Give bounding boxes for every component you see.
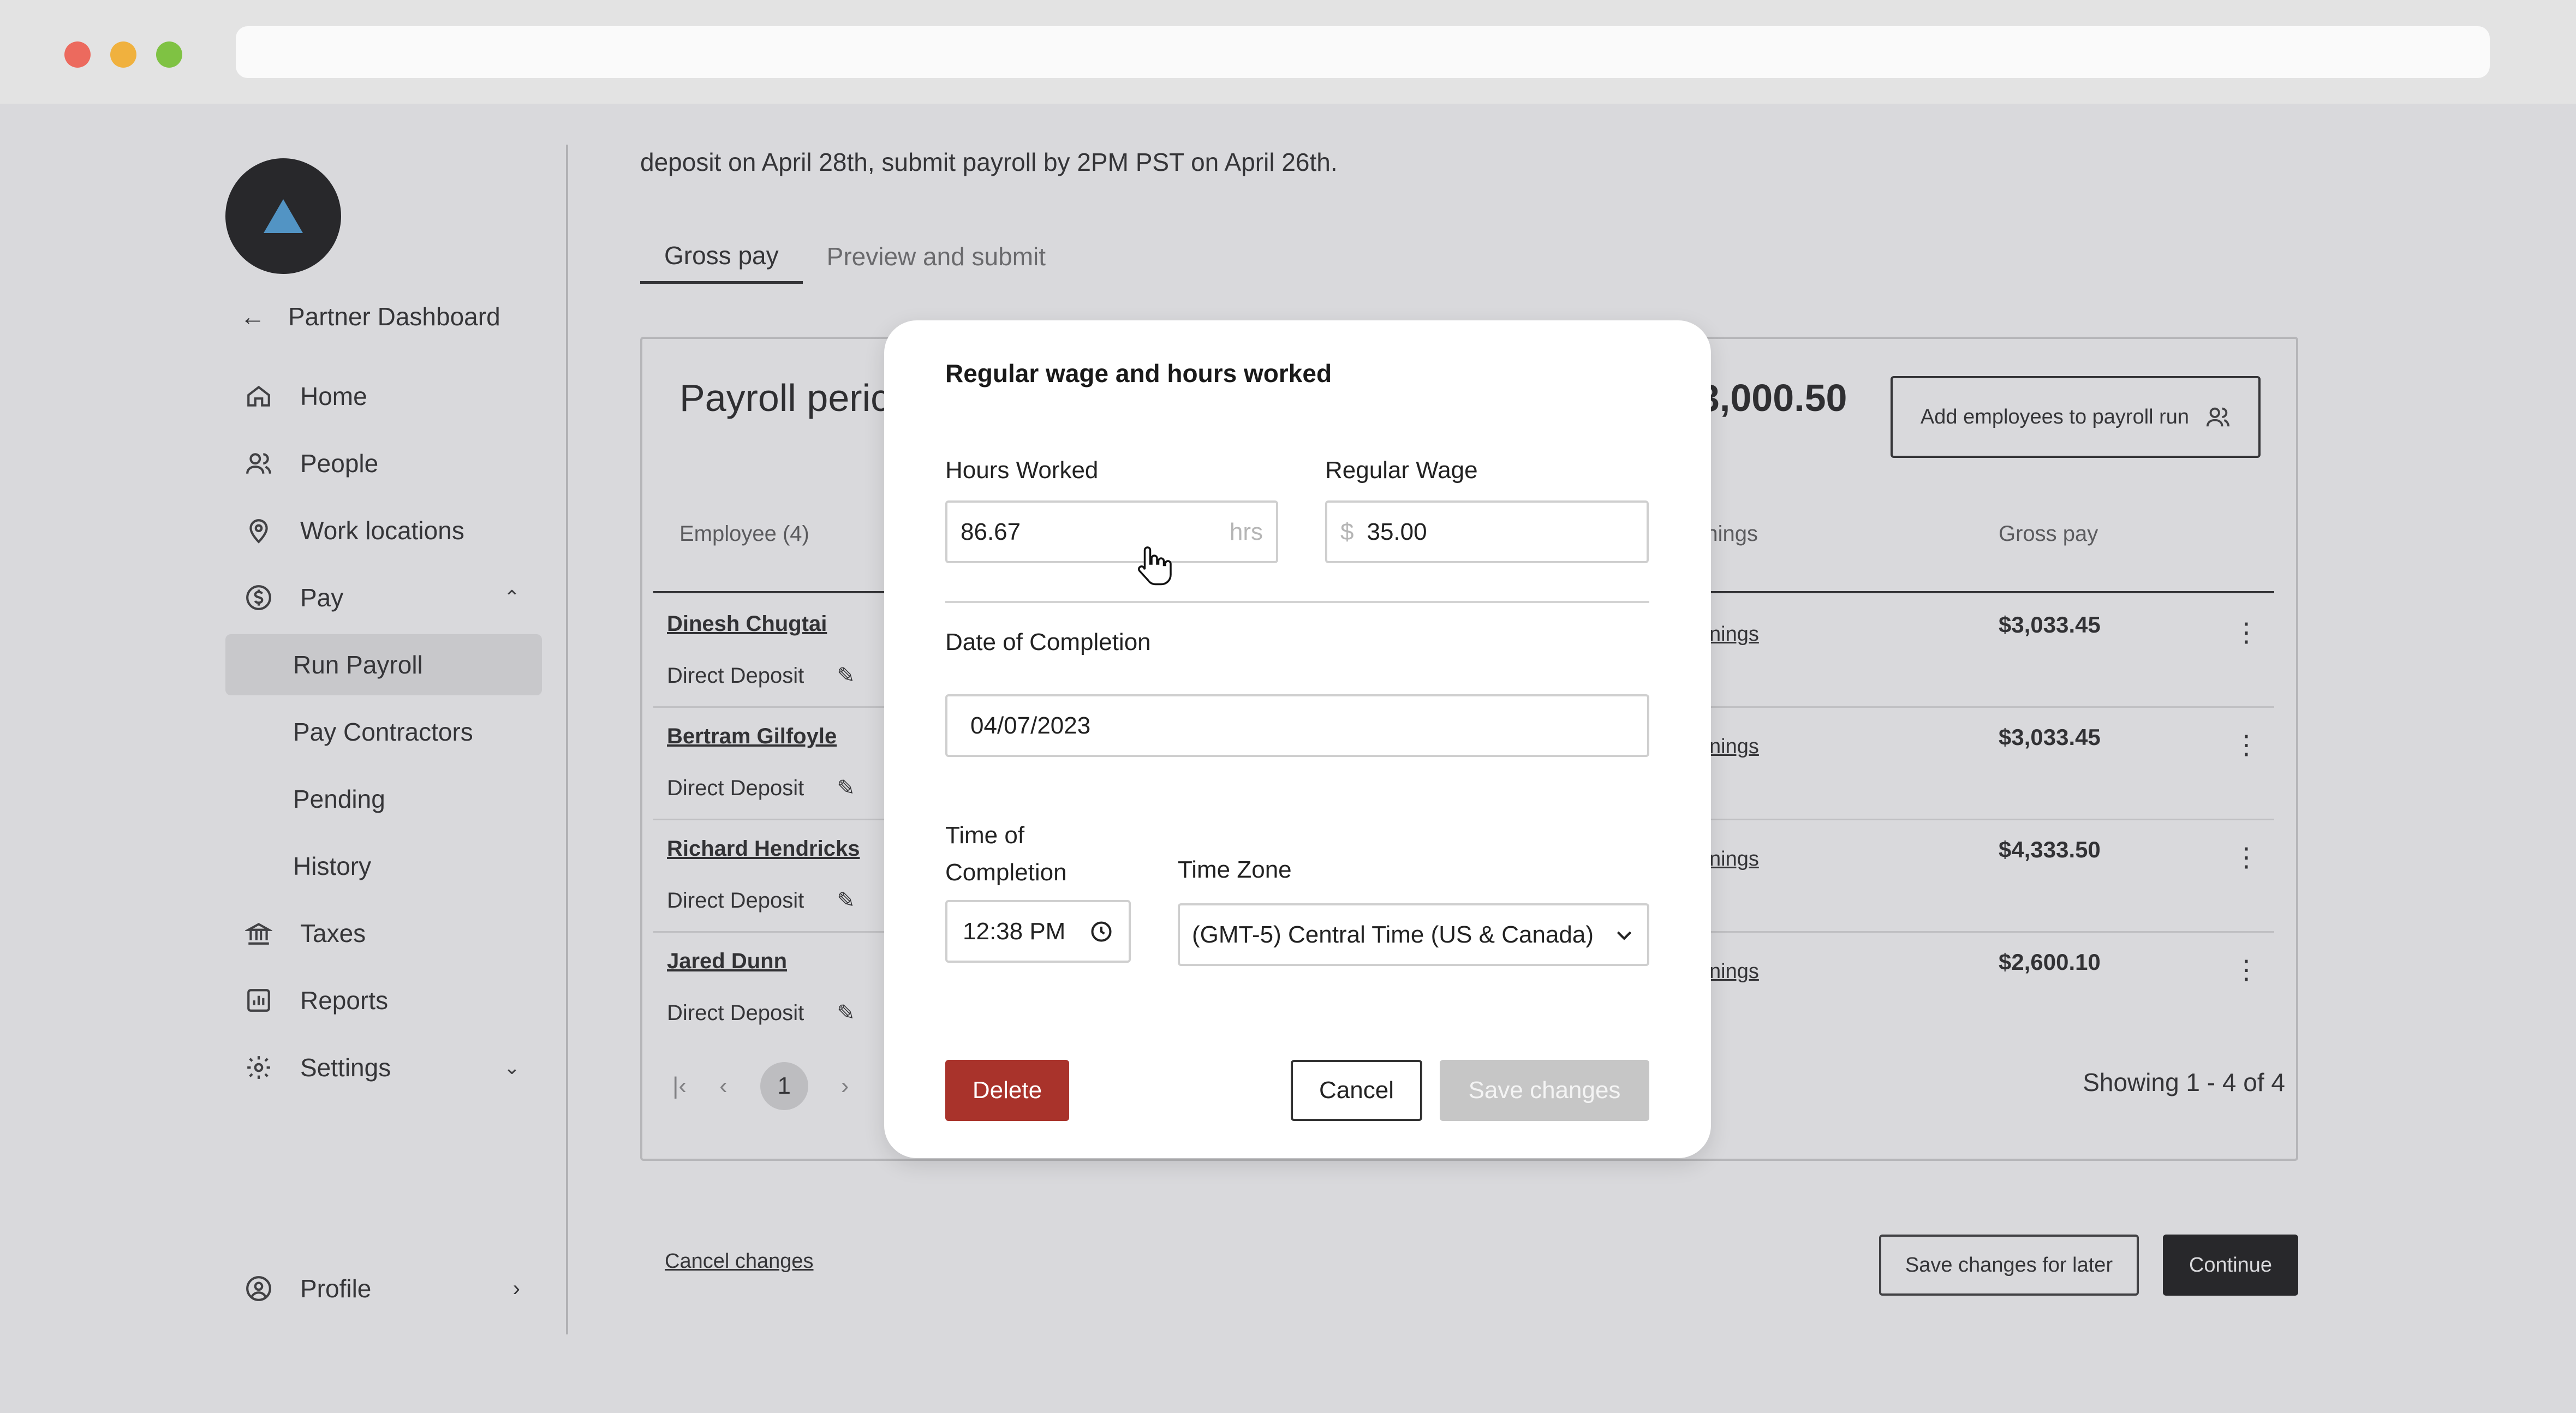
hours-worked-label: Hours Worked [945, 457, 1099, 484]
modal-divider [945, 601, 1649, 603]
time-zone-label: Time Zone [1178, 856, 1292, 883]
time-zone-select[interactable]: (GMT-5) Central Time (US & Canada) [1178, 903, 1649, 966]
currency-prefix: $ [1340, 518, 1354, 545]
date-of-completion-value: 04/07/2023 [970, 712, 1091, 739]
time-of-completion-label: Time of Completion [945, 817, 1067, 891]
wage-hours-modal: Regular wage and hours worked Hours Work… [884, 320, 1711, 1158]
modal-title: Regular wage and hours worked [945, 359, 1332, 387]
window-minimize-button[interactable] [110, 41, 136, 68]
window-close-button[interactable] [64, 41, 91, 68]
delete-button[interactable]: Delete [945, 1060, 1069, 1121]
time-of-completion-input[interactable]: 12:38 PM [945, 900, 1131, 963]
time-label-line-2: Completion [945, 859, 1067, 886]
hand-pointer-cursor-icon [1137, 546, 1172, 586]
regular-wage-label: Regular Wage [1325, 457, 1478, 484]
clock-icon[interactable] [1089, 920, 1113, 944]
address-bar[interactable] [236, 26, 2490, 78]
time-label-line-1: Time of [945, 822, 1025, 849]
time-zone-value: (GMT-5) Central Time (US & Canada) [1192, 921, 1594, 948]
date-of-completion-input[interactable]: 04/07/2023 [945, 694, 1649, 757]
time-of-completion-value: 12:38 PM [963, 917, 1066, 945]
browser-chrome [0, 0, 2576, 104]
hours-suffix: hrs [1229, 518, 1263, 545]
window-maximize-button[interactable] [156, 41, 182, 68]
hours-worked-value: 86.67 [961, 518, 1021, 545]
hours-worked-input[interactable]: 86.67 hrs [945, 500, 1278, 563]
regular-wage-value: 35.00 [1367, 518, 1427, 545]
cancel-button[interactable]: Cancel [1291, 1060, 1422, 1121]
date-of-completion-label: Date of Completion [945, 629, 1151, 655]
save-changes-button[interactable]: Save changes [1440, 1060, 1649, 1121]
regular-wage-input[interactable]: $ 35.00 [1325, 500, 1649, 563]
chevron-down-icon [1617, 931, 1632, 940]
